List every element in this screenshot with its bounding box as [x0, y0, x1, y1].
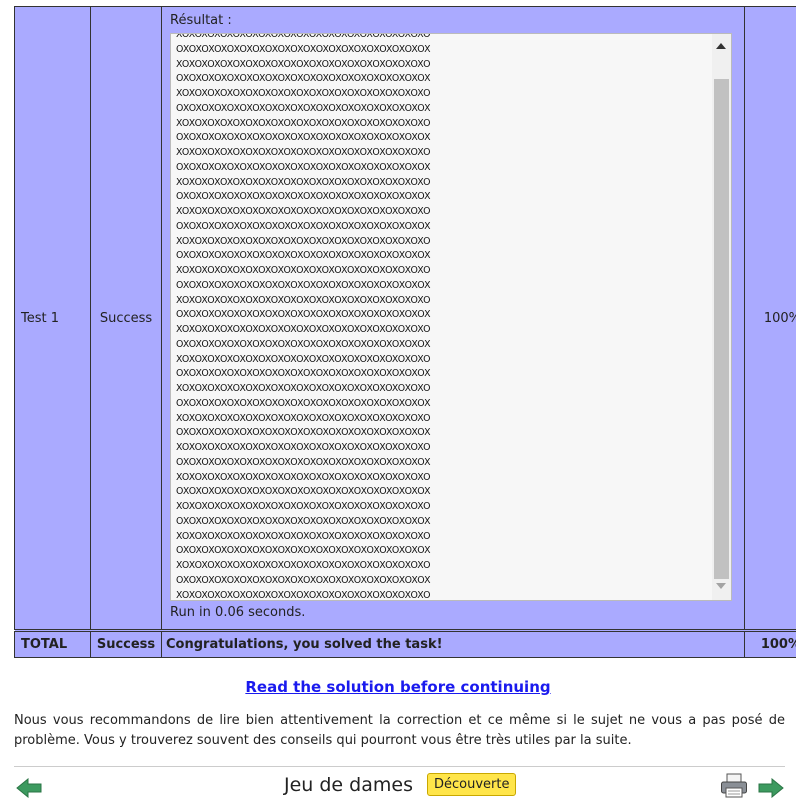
problem-title: Jeu de dames [284, 774, 413, 796]
test-row: Test 1 Success Résultat : XOXOXOXOXOXOXO… [15, 7, 796, 631]
results-table: Test 1 Success Résultat : XOXOXOXOXOXOXO… [14, 6, 796, 658]
output-text: XOXOXOXOXOXOXOXOXOXOXOXOXOXOXOXOXOXOXOXO… [176, 33, 431, 601]
read-solution-link[interactable]: Read the solution before continuing [0, 678, 796, 696]
test-status: Success [91, 7, 162, 631]
total-score: 100% [745, 631, 796, 658]
scroll-down-arrow-icon[interactable] [716, 583, 726, 589]
run-time: Run in 0.06 seconds. [170, 605, 305, 620]
recommendation-text: Nous vous recommandons de lire bien atte… [14, 711, 785, 751]
printer-icon[interactable] [720, 773, 748, 798]
test-score: 100% [745, 7, 796, 631]
total-row: TOTAL Success Congratulations, you solve… [15, 631, 796, 658]
result-label: Résultat : [170, 13, 232, 28]
level-badge: Découverte [427, 773, 516, 796]
total-status: Success [91, 631, 162, 658]
scroll-thumb[interactable] [714, 79, 729, 579]
total-label: TOTAL [15, 631, 91, 658]
test-name: Test 1 [15, 7, 91, 631]
test-detail-cell: Résultat : XOXOXOXOXOXOXOXOXOXOXOXOXOXOX… [162, 7, 745, 631]
output-textarea[interactable]: XOXOXOXOXOXOXOXOXOXOXOXOXOXOXOXOXOXOXOXO… [170, 33, 732, 601]
footer-divider [14, 766, 785, 767]
output-scrollbar[interactable] [712, 34, 731, 600]
arrow-left-icon[interactable] [16, 778, 42, 798]
arrow-right-icon[interactable] [758, 778, 784, 798]
total-message: Congratulations, you solved the task! [162, 631, 745, 658]
scroll-up-arrow-icon[interactable] [716, 43, 726, 49]
